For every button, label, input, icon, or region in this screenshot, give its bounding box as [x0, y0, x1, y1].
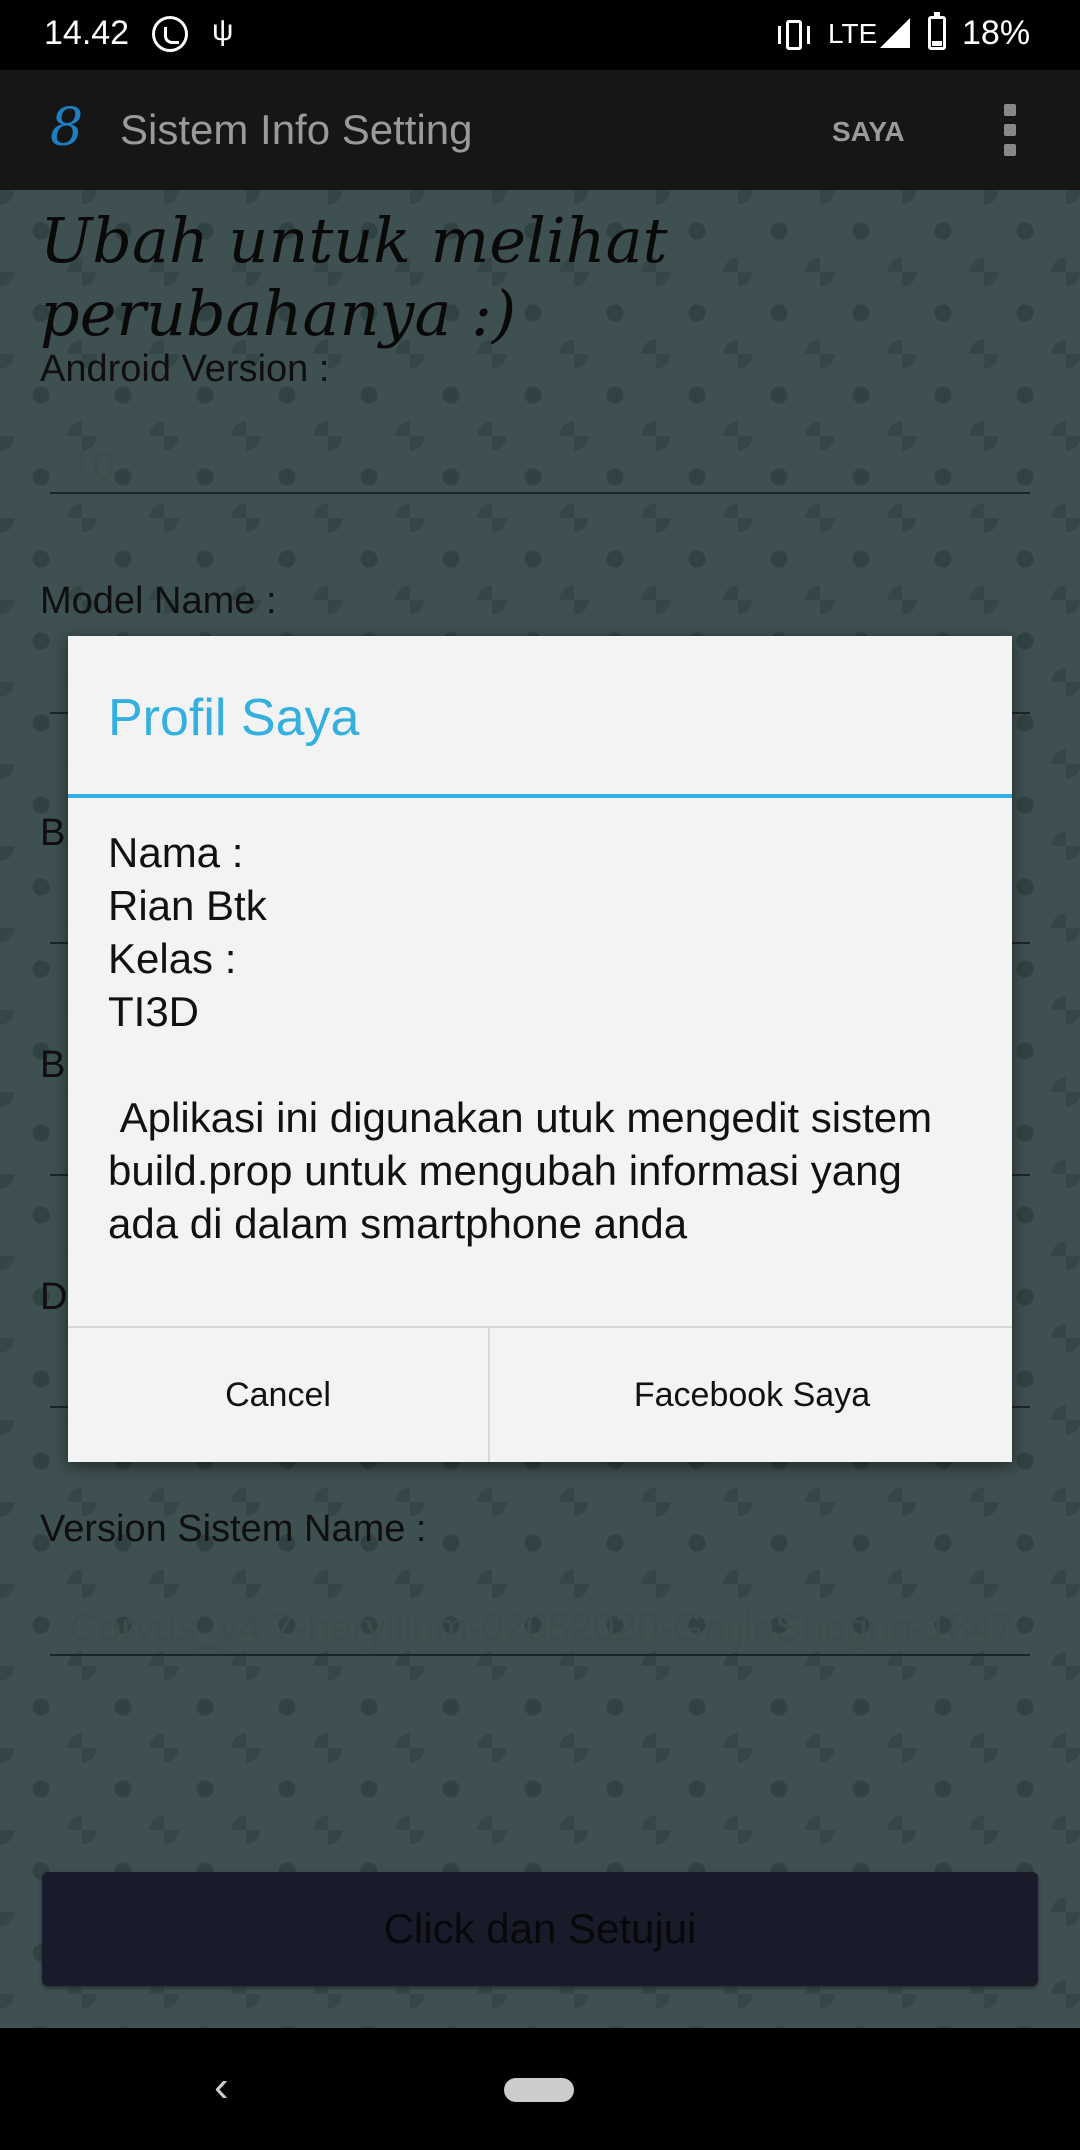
usb-icon: ψ: [212, 14, 234, 47]
vibrate-icon: [776, 20, 812, 50]
status-bar: 14.42 ψ LTE 18%: [0, 0, 1080, 70]
dialog-title-divider: [68, 794, 1012, 798]
cancel-button[interactable]: Cancel: [68, 1328, 490, 1462]
signal-icon: [880, 18, 910, 48]
network-type: LTE: [828, 18, 878, 49]
dialog-button-row: Cancel Facebook Saya: [68, 1326, 1012, 1462]
facebook-saya-button[interactable]: Facebook Saya: [492, 1328, 1012, 1462]
whatsapp-icon: [152, 16, 188, 52]
dialog-message: Nama : Rian Btk Kelas : TI3D Aplikasi in…: [108, 829, 933, 1247]
home-pill-icon[interactable]: [504, 2078, 574, 2102]
status-time: 14.42: [44, 14, 130, 52]
app-title: Sistem Info Setting: [120, 106, 473, 153]
navigation-bar: ‹: [0, 2028, 1080, 2150]
back-icon[interactable]: ‹: [214, 2062, 229, 2112]
battery-percent: 18%: [962, 14, 1031, 52]
app-bar: 8 Sistem Info Setting SAYA: [0, 70, 1080, 190]
dialog-title: Profil Saya: [108, 689, 360, 747]
battery-icon: [928, 12, 946, 50]
saya-button[interactable]: SAYA: [832, 116, 905, 148]
profil-dialog: Profil Saya Nama : Rian Btk Kelas : TI3D…: [68, 636, 1012, 1462]
more-vert-icon[interactable]: [1000, 104, 1020, 156]
app-logo-icon: 8: [50, 98, 84, 158]
